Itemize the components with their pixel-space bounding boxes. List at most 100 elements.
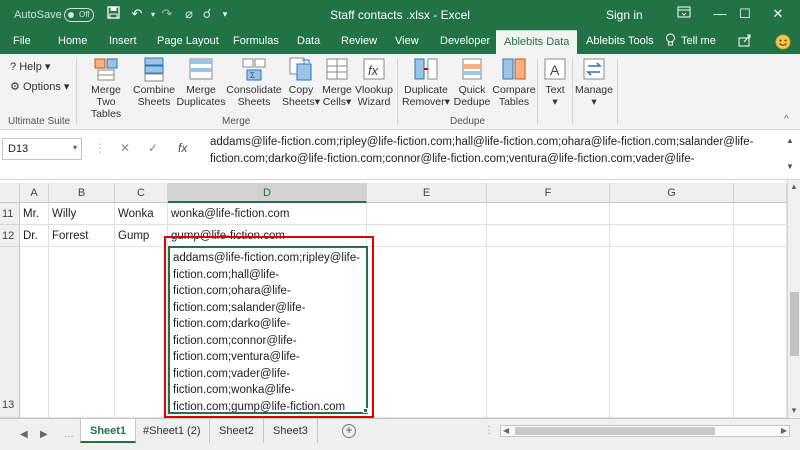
cell-b11[interactable]: Willy	[49, 203, 115, 225]
column-header-f[interactable]: F	[487, 183, 610, 203]
sheet-nav-more-icon[interactable]: …	[64, 429, 74, 440]
cell-b12[interactable]: Forrest	[49, 225, 115, 247]
column-header-d[interactable]: D	[168, 183, 367, 203]
tab-formulas[interactable]: Formulas	[233, 35, 279, 47]
merge-cells-button[interactable]: Merge Cells▾	[320, 56, 354, 108]
sheet-tab-sheet3[interactable]: Sheet3	[264, 419, 318, 443]
tab-view[interactable]: View	[395, 35, 419, 47]
cell-c13[interactable]	[115, 247, 168, 418]
merge-two-tables-button[interactable]: Merge Two Tables	[80, 56, 132, 120]
confirm-entry-icon[interactable]: ✓	[148, 141, 158, 155]
sheet-nav-prev-icon[interactable]: ◀	[20, 429, 28, 440]
cell-c12[interactable]: Gump	[115, 225, 168, 247]
help-button[interactable]: ? Help ▾	[10, 60, 50, 73]
cell-h11[interactable]	[734, 203, 787, 225]
fill-handle[interactable]	[363, 408, 368, 413]
cell-g11[interactable]	[610, 203, 734, 225]
column-header-c[interactable]: C	[115, 183, 168, 203]
column-header-g[interactable]: G	[610, 183, 734, 203]
minimize-icon[interactable]: —	[708, 4, 732, 24]
tab-insert[interactable]: Insert	[109, 35, 137, 47]
worksheet-grid[interactable]: A B C D E F G 11 Mr. Willy Wonka wonka@l…	[0, 180, 787, 418]
row-header-13[interactable]: 13	[0, 247, 20, 418]
vlookup-wizard-button[interactable]: fx Vlookup Wizard	[354, 56, 394, 108]
tab-split-handle-icon[interactable]: ⋮	[484, 425, 494, 436]
scroll-left-icon[interactable]: ◀	[503, 426, 509, 435]
merge-duplicates-button[interactable]: Merge Duplicates	[176, 56, 226, 108]
share-icon[interactable]	[738, 33, 752, 50]
cell-d11[interactable]: wonka@life-fiction.com	[168, 203, 367, 225]
tell-me-search[interactable]: Tell me	[681, 35, 716, 47]
name-box-dropdown-icon[interactable]: ▾	[73, 143, 77, 152]
sheet-tab-sheet1-copy[interactable]: #Sheet1 (2)	[134, 419, 211, 443]
cell-g13[interactable]	[610, 247, 734, 418]
compare-tables-button[interactable]: Compare Tables	[492, 56, 536, 108]
tab-ablebits-tools[interactable]: Ablebits Tools	[586, 35, 654, 47]
sign-in-link[interactable]: Sign in	[606, 8, 643, 22]
row-header-11[interactable]: 11	[0, 203, 20, 225]
chevron-up-icon[interactable]: ▲	[786, 136, 794, 145]
text-button[interactable]: A Text ▾	[540, 56, 570, 108]
copy-sheets-button[interactable]: Copy Sheets▾	[282, 56, 320, 108]
tab-review[interactable]: Review	[341, 35, 377, 47]
cell-f13[interactable]	[487, 247, 610, 418]
horizontal-scroll-thumb[interactable]	[515, 427, 715, 435]
cell-a11[interactable]: Mr.	[20, 203, 49, 225]
row-header-12[interactable]: 12	[0, 225, 20, 247]
cell-f12[interactable]	[487, 225, 610, 247]
cell-d13-selected[interactable]: addams@life-fiction.com;ripley@life-fict…	[168, 246, 368, 414]
cell-e12[interactable]	[367, 225, 487, 247]
cell-a12[interactable]: Dr.	[20, 225, 49, 247]
scroll-up-icon[interactable]: ▲	[790, 182, 798, 191]
chevron-down-icon[interactable]: ▼	[786, 162, 794, 171]
ribbon-display-options-icon[interactable]	[672, 4, 696, 24]
sheet-tab-sheet1[interactable]: Sheet1	[80, 419, 137, 443]
consolidate-sheets-button[interactable]: Σ Consolidate Sheets	[226, 56, 282, 108]
collapse-ribbon-icon[interactable]: ^	[784, 114, 789, 125]
tab-ablebits-data[interactable]: Ablebits Data	[496, 30, 578, 54]
quick-dedupe-button[interactable]: Quick Dedupe	[452, 56, 492, 108]
ribbon-separator	[617, 58, 618, 124]
formula-bar-scroll[interactable]: ▲ ▼	[786, 136, 796, 174]
options-button[interactable]: ⚙ Options ▾	[10, 80, 69, 93]
select-all-corner[interactable]	[0, 183, 20, 203]
cell-d12[interactable]: gump@life-fiction.com	[168, 225, 367, 247]
add-sheet-icon[interactable]: +	[342, 424, 356, 438]
vertical-scroll-thumb[interactable]	[790, 292, 799, 356]
tab-data[interactable]: Data	[297, 35, 320, 47]
horizontal-scrollbar[interactable]: ◀ ▶	[500, 425, 790, 437]
cell-e13[interactable]	[367, 247, 487, 418]
close-icon[interactable]: ✕	[766, 4, 790, 24]
column-header-e[interactable]: E	[367, 183, 487, 203]
cell-h12[interactable]	[734, 225, 787, 247]
tab-developer[interactable]: Developer	[440, 35, 490, 47]
cell-g12[interactable]	[610, 225, 734, 247]
column-header-b[interactable]: B	[49, 183, 115, 203]
combine-sheets-button[interactable]: Combine Sheets	[132, 56, 176, 108]
cell-f11[interactable]	[487, 203, 610, 225]
cell-c11[interactable]: Wonka	[115, 203, 168, 225]
tab-file[interactable]: File	[13, 35, 31, 47]
maximize-icon[interactable]: ☐	[733, 4, 757, 24]
smiley-feedback-icon[interactable]	[775, 34, 791, 53]
text-icon: A	[544, 58, 566, 80]
cell-e11[interactable]	[367, 203, 487, 225]
name-box[interactable]: D13 ▾	[2, 138, 82, 160]
cell-b13[interactable]	[49, 247, 115, 418]
cell-a13[interactable]	[20, 247, 49, 418]
insert-function-button[interactable]: fx	[178, 141, 187, 155]
tab-home[interactable]: Home	[58, 35, 87, 47]
sheet-nav-next-icon[interactable]: ▶	[40, 429, 48, 440]
column-header-a[interactable]: A	[20, 183, 49, 203]
scroll-down-icon[interactable]: ▼	[790, 406, 798, 415]
column-header-partial[interactable]	[734, 183, 787, 203]
manage-button[interactable]: Manage ▾	[574, 56, 614, 108]
cell-h13[interactable]	[734, 247, 787, 418]
sheet-tab-sheet2[interactable]: Sheet2	[210, 419, 264, 443]
duplicate-remover-button[interactable]: Duplicate Remover▾	[400, 56, 452, 108]
scroll-right-icon[interactable]: ▶	[781, 426, 787, 435]
formula-input[interactable]: addams@life-fiction.com;ripley@life-fict…	[210, 134, 785, 168]
tab-page-layout[interactable]: Page Layout	[157, 35, 219, 47]
vertical-scrollbar[interactable]: ▲ ▼	[787, 180, 800, 418]
cancel-entry-icon[interactable]: ✕	[120, 141, 130, 155]
